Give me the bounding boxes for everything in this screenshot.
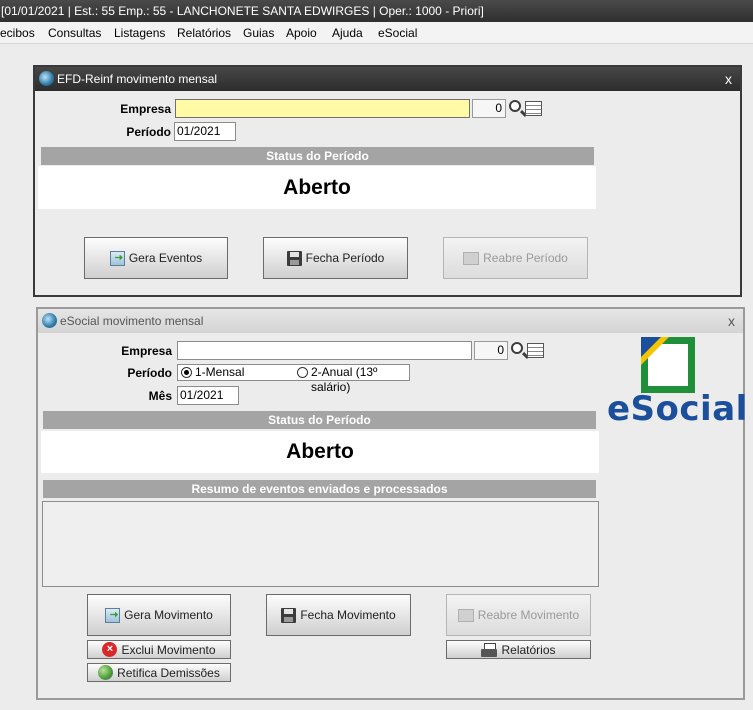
status-header: Status do Período [43,411,596,429]
reinf-window: EFD-Reinf movimento mensal x Empresa 0 P… [33,65,742,297]
menu-apoio[interactable]: Apoio [286,26,317,40]
retifica-demissoes-button[interactable]: Retifica Demissões [87,663,231,682]
close-icon[interactable]: x [728,309,735,333]
gera-movimento-label: Gera Movimento [124,608,213,622]
reabre-movimento-label: Reabre Movimento [477,608,580,622]
app-title-bar: [01/01/2021 | Est.: 55 Emp.: 55 - LANCHO… [0,0,753,22]
reinf-window-title: EFD-Reinf movimento mensal [57,72,218,86]
gera-movimento-button[interactable]: Gera Movimento [87,594,231,636]
globe-icon [98,665,114,680]
empresa-lookup-button[interactable] [507,99,543,119]
app-globe-icon [39,71,54,86]
status-header: Status do Período [41,147,594,165]
radio-anual-label[interactable]: 2-Anual (13º salário) [311,365,409,395]
menu-esocial[interactable]: eSocial [378,26,417,40]
mes-input[interactable]: 01/2021 [177,386,239,405]
open-folder-icon [463,251,480,265]
menu-ajuda[interactable]: Ajuda [332,26,363,40]
search-icon [509,100,521,112]
relatorios-button[interactable]: Relatórios [446,640,591,659]
retifica-demissoes-label: Retifica Demissões [117,665,220,680]
radio-anual[interactable] [297,367,308,378]
empresa-label: Empresa [121,344,172,358]
fecha-movimento-label: Fecha Movimento [300,608,396,622]
resumo-header: Resumo de eventos enviados e processados [43,480,596,498]
empresa-label: Empresa [120,102,171,116]
generate-icon [105,607,121,623]
esocial-window-title-bar[interactable]: eSocial movimento mensal x [38,309,743,333]
menu-recibos[interactable]: ecibos [0,26,35,40]
relatorios-label: Relatórios [501,642,556,657]
empresa-lookup-button[interactable] [509,341,545,361]
periodo-label: Período [127,366,172,380]
exclui-movimento-button[interactable]: × Exclui Movimento [87,640,231,659]
reinf-window-title-bar[interactable]: EFD-Reinf movimento mensal x [35,67,740,91]
search-icon [511,342,523,354]
radio-mensal[interactable] [181,367,192,378]
menu-listagens[interactable]: Listagens [114,26,165,40]
menu-relatorios[interactable]: Relatórios [177,26,231,40]
empresa-code-field[interactable]: 0 [472,99,506,118]
periodo-radio-group: 1-Mensal 2-Anual (13º salário) [177,364,410,394]
esocial-window-title: eSocial movimento mensal [60,314,204,328]
open-folder-icon [457,608,474,622]
fecha-movimento-button[interactable]: Fecha Movimento [266,594,411,636]
menu-guias[interactable]: Guias [243,26,274,40]
reabre-periodo-label: Reabre Período [483,251,568,265]
fecha-periodo-label: Fecha Período [305,251,385,265]
save-disk-icon [286,250,302,266]
exclui-movimento-label: Exclui Movimento [121,642,216,657]
app-title: [01/01/2021 | Est.: 55 Emp.: 55 - LANCHO… [1,4,484,18]
resumo-list[interactable] [42,501,599,587]
reabre-movimento-button[interactable]: Reabre Movimento [446,594,591,636]
gera-eventos-button[interactable]: Gera Eventos [84,237,228,279]
empresa-code-field[interactable]: 0 [474,341,508,360]
fecha-periodo-button[interactable]: Fecha Período [263,237,408,279]
empresa-input[interactable] [177,341,472,360]
menu-consultas[interactable]: Consultas [48,26,101,40]
periodo-input[interactable]: 01/2021 [174,122,236,141]
app-globe-icon [42,313,57,328]
esocial-logo: eSocial [607,337,747,433]
generate-icon [109,250,125,266]
empresa-input[interactable] [175,99,470,118]
close-icon[interactable]: x [725,67,732,91]
gera-eventos-label: Gera Eventos [128,251,203,265]
printer-icon [481,642,498,657]
esocial-window: eSocial movimento mensal x Empresa 0 Per… [36,307,747,700]
radio-mensal-label[interactable]: 1-Mensal [195,365,244,380]
list-card-icon [525,101,542,116]
mes-label: Mês [148,389,172,403]
delete-icon: × [102,642,118,657]
reabre-periodo-button[interactable]: Reabre Período [443,237,588,279]
list-card-icon [527,343,544,358]
periodo-label: Período [126,125,171,139]
save-disk-icon [281,607,297,623]
logo-text: eSocial [607,389,748,429]
status-value: Aberto [41,431,599,473]
menu-bar: ecibos Consultas Listagens Relatórios Gu… [0,22,753,44]
status-value: Aberto [38,166,596,209]
